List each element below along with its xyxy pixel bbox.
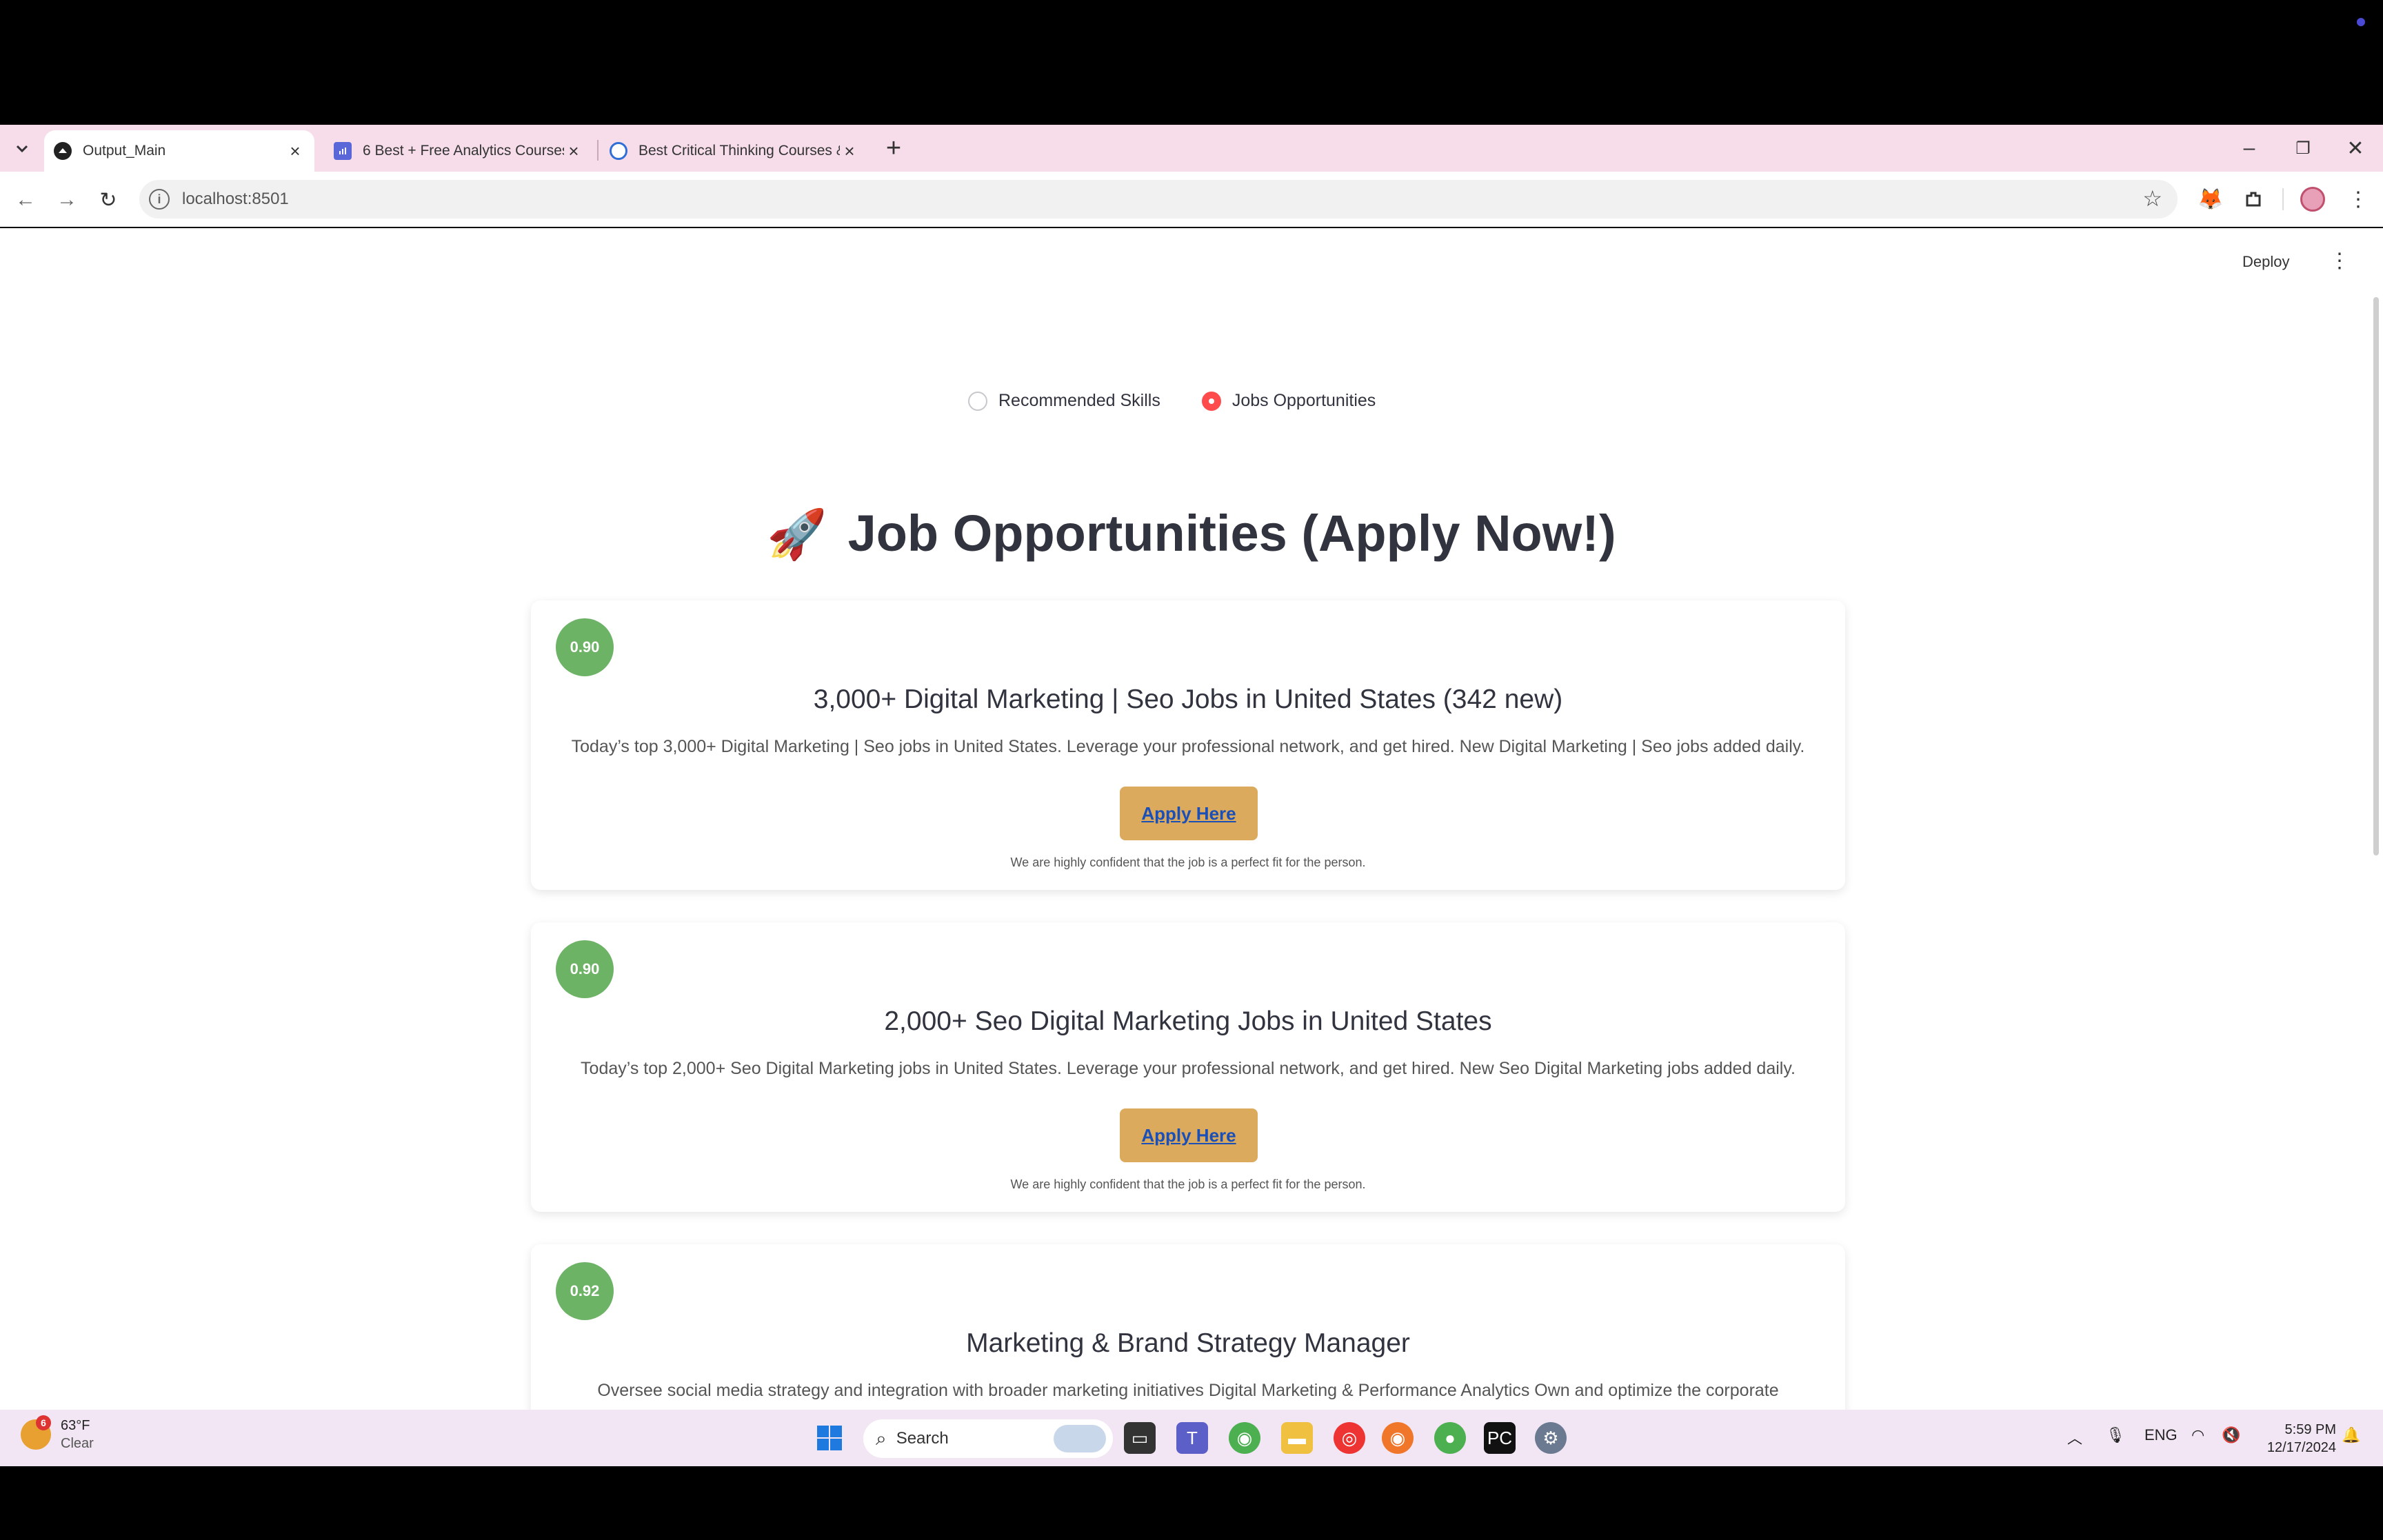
job-title: 3,000+ Digital Marketing | Seo Jobs in U…	[813, 685, 1563, 714]
site-info-icon[interactable]: i	[149, 189, 170, 210]
browser-menu-icon[interactable]: ⋮	[2342, 183, 2375, 216]
job-title: Marketing & Brand Strategy Manager	[966, 1328, 1410, 1358]
clock-date: 12/17/2024	[2266, 1440, 2336, 1455]
search-icon: ⌕	[876, 1427, 887, 1449]
weather-widget[interactable]: 6 63°F Clear	[21, 1415, 94, 1452]
restore-button[interactable]: ❐	[2282, 133, 2324, 163]
clock-time: 5:59 PM	[2284, 1422, 2336, 1437]
streamlit-favicon-icon	[54, 142, 72, 160]
job-description: Oversee social media strategy and integr…	[597, 1381, 1779, 1400]
app-menu-icon[interactable]: ⋮	[2329, 247, 2350, 275]
page-scrollbar[interactable]	[2373, 297, 2379, 855]
browser-tab-bar: Output_Main × 6 Best + Free Analytics Co…	[0, 125, 2383, 172]
tab-title: 6 Best + Free Analytics Courses	[363, 143, 564, 159]
notification-bell-icon[interactable]: 🔔	[2342, 1426, 2360, 1444]
forward-button[interactable]: →	[51, 184, 83, 216]
task-view-icon[interactable]: ▭	[1124, 1422, 1156, 1454]
tab-separator	[597, 140, 599, 161]
tray-chevron-up-icon[interactable]: ︿	[2067, 1426, 2082, 1448]
language-indicator[interactable]: ENG	[2144, 1426, 2178, 1444]
firefox-icon[interactable]: ◉	[1382, 1422, 1414, 1454]
toolbar-divider	[2282, 188, 2284, 210]
search-label: Search	[896, 1429, 949, 1448]
recording-indicator	[2357, 18, 2365, 26]
job-title: 2,000+ Seo Digital Marketing Jobs in Uni…	[884, 1006, 1492, 1036]
browser-nav-bar: ← → ↻ i localhost:8501 ☆ 🦊 ⋮	[0, 172, 2383, 400]
speaker-muted-icon[interactable]: 🔇	[2222, 1426, 2240, 1444]
close-tab-icon[interactable]: ×	[840, 141, 859, 161]
wechat-icon[interactable]: ●	[1434, 1422, 1466, 1454]
tab-analytics-courses[interactable]: 6 Best + Free Analytics Courses ×	[324, 130, 593, 172]
apply-here-button[interactable]: Apply Here	[1120, 787, 1258, 840]
screen: { "browser": { "tabs": [ {"title": "Outp…	[0, 0, 2383, 1540]
confidence-note: We are highly confident that the job is …	[1010, 1177, 1366, 1191]
close-window-button[interactable]: ✕	[2335, 133, 2376, 163]
radio-circle	[968, 391, 987, 411]
notification-badge: 6	[36, 1415, 51, 1430]
match-score-badge: 0.92	[556, 1262, 614, 1320]
file-explorer-icon[interactable]: ▬	[1281, 1422, 1313, 1454]
radio-label: Jobs Opportunities	[1231, 391, 1376, 410]
rocket-icon: 🚀	[767, 507, 827, 561]
page-title: 🚀 Job Opportunities (Apply Now!)	[0, 504, 2383, 563]
windows-taskbar: 6 63°F Clear ⌕ Search ▭ T ◉ ▬ ◎ ◉ ● PC ⚙…	[0, 1410, 2383, 1466]
job-card: 0.90 3,000+ Digital Marketing | Seo Jobs…	[531, 600, 1845, 890]
new-tab-button[interactable]: +	[880, 134, 907, 163]
close-tab-icon[interactable]: ×	[564, 141, 583, 161]
course-favicon-icon	[610, 142, 627, 160]
teams-icon[interactable]: T	[1176, 1422, 1208, 1454]
wifi-icon[interactable]: ◠	[2191, 1426, 2204, 1444]
metamask-extension-icon[interactable]: 🦊	[2194, 183, 2227, 216]
taskbar-search[interactable]: ⌕ Search	[863, 1419, 1113, 1458]
screen-bottom-border	[0, 1466, 2383, 1540]
confidence-note: We are highly confident that the job is …	[1010, 855, 1366, 869]
tab-output-main[interactable]: Output_Main ×	[44, 130, 314, 172]
job-card: 0.92 Marketing & Brand Strategy Manager …	[531, 1244, 1845, 1410]
windows-start-icon[interactable]	[814, 1422, 845, 1454]
system-clock[interactable]: 5:59 PM 12/17/2024	[2253, 1421, 2336, 1457]
bookmark-star-icon[interactable]: ☆	[2142, 185, 2162, 212]
microphone-icon[interactable]: 🎙	[2106, 1426, 2125, 1444]
radio-label: Recommended Skills	[998, 391, 1160, 410]
address-bar[interactable]: i localhost:8501 ☆	[139, 180, 2178, 219]
tab-title: Best Critical Thinking Courses &	[639, 143, 840, 159]
radio-jobs-opportunities[interactable]: Jobs Opportunities	[1201, 391, 1376, 411]
app-page: Deploy ⋮ Recommended Skills Jobs Opportu…	[0, 228, 2383, 1410]
weather-moon-icon: 6	[21, 1415, 51, 1450]
weather-temp: 63°F	[61, 1418, 90, 1433]
apply-here-button[interactable]: Apply Here	[1120, 1108, 1258, 1162]
tab-search-button[interactable]	[7, 133, 37, 163]
chrome-alt-icon[interactable]: ◉	[1229, 1422, 1260, 1454]
minimize-button[interactable]: –	[2229, 133, 2270, 163]
chevron-down-icon	[16, 145, 28, 153]
settings-gear-icon[interactable]: ⚙	[1535, 1422, 1567, 1454]
pycharm-icon[interactable]: PC	[1484, 1422, 1516, 1454]
job-card: 0.90 2,000+ Seo Digital Marketing Jobs i…	[531, 922, 1845, 1212]
extensions-puzzle-icon[interactable]	[2237, 183, 2270, 216]
match-score-badge: 0.90	[556, 940, 614, 998]
job-description: Today’s top 3,000+ Digital Marketing | S…	[571, 737, 1805, 756]
reload-button[interactable]: ↻	[92, 184, 124, 216]
radio-circle-selected	[1201, 391, 1221, 411]
match-score-badge: 0.90	[556, 618, 614, 676]
weather-condition: Clear	[61, 1436, 94, 1451]
profile-avatar[interactable]	[2300, 187, 2325, 212]
tab-title: Output_Main	[83, 143, 166, 159]
chrome-icon[interactable]: ◎	[1334, 1422, 1365, 1454]
radio-recommended-skills[interactable]: Recommended Skills	[968, 391, 1160, 411]
page-title-text: Job Opportunities (Apply Now!)	[847, 505, 1616, 562]
url-text: localhost:8501	[182, 190, 289, 208]
view-radio-group: Recommended Skills Jobs Opportunities	[968, 391, 1417, 411]
tab-critical-thinking[interactable]: Best Critical Thinking Courses & ×	[600, 130, 869, 172]
chart-favicon-icon	[334, 142, 352, 160]
search-highlight-art	[1054, 1425, 1106, 1452]
deploy-button[interactable]: Deploy	[2242, 253, 2289, 271]
close-tab-icon[interactable]: ×	[285, 141, 305, 161]
back-button[interactable]: ←	[10, 184, 41, 216]
job-description: Today’s top 2,000+ Seo Digital Marketing…	[581, 1059, 1796, 1078]
